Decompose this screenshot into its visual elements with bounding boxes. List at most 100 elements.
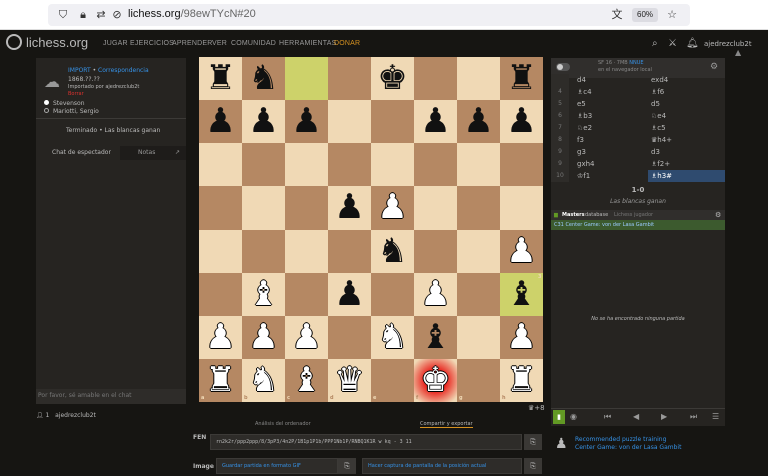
square-c3[interactable] <box>285 272 328 316</box>
move-black[interactable]: d5 <box>651 98 660 110</box>
black-pawn-h7[interactable]: ♟ <box>500 100 543 143</box>
puzzle-theme-link[interactable]: Center Game: von der Lasa Gambit <box>575 444 681 451</box>
square-d7[interactable] <box>328 100 371 144</box>
square-d6[interactable] <box>328 143 371 187</box>
square-b4[interactable] <box>242 229 285 273</box>
square-e3[interactable] <box>371 272 414 316</box>
square-f8[interactable] <box>414 57 457 101</box>
square-f5[interactable] <box>414 186 457 230</box>
square-e7[interactable] <box>371 100 414 144</box>
white-pawn-a2[interactable]: ♟ <box>199 316 242 359</box>
search-icon[interactable]: ⌕ <box>652 38 658 49</box>
square-c8[interactable] <box>285 57 328 101</box>
black-pawn-d5[interactable]: ♟ <box>328 186 371 229</box>
square-d8[interactable] <box>328 57 371 101</box>
last-move-icon[interactable]: ⏭ <box>690 412 697 422</box>
first-move-icon[interactable]: ⏮ <box>604 412 611 422</box>
nav-donar[interactable]: DONAR <box>334 40 360 47</box>
square-b5[interactable] <box>242 186 285 230</box>
engine-settings-gear-icon[interactable]: ⚙ <box>710 62 718 72</box>
fen-input[interactable]: rn2k2r/ppp2ppp/8/3pP3/4n2P/1B1p1P1b/PPP1… <box>210 434 522 450</box>
explorer-database[interactable]: database <box>585 212 608 218</box>
gif-copy-icon[interactable]: ⎘ <box>338 458 356 474</box>
permissions-icon[interactable]: ⇄ <box>94 8 108 22</box>
square-a6[interactable] <box>199 143 242 187</box>
square-h5[interactable] <box>500 186 543 230</box>
tab-notes[interactable]: Notas <box>138 149 155 156</box>
square-f6[interactable] <box>414 143 457 187</box>
square-a5[interactable] <box>199 186 242 230</box>
square-a4[interactable] <box>199 229 242 273</box>
translate-icon[interactable]: 文 <box>610 8 624 22</box>
tab-computer-analysis[interactable]: Análisis del ordenador <box>255 421 311 427</box>
black-pawn-b7[interactable]: ♟ <box>242 100 285 143</box>
black-knight-b8[interactable]: ♞ <box>242 57 285 100</box>
black-pawn-f7[interactable]: ♟ <box>414 100 457 143</box>
opening-name[interactable]: C31 Center Game: von der Lasa Gambit <box>554 222 654 228</box>
prev-move-icon[interactable]: ◀ <box>633 412 639 421</box>
move-white[interactable]: ♘e2 <box>577 122 592 134</box>
square-g2[interactable] <box>457 315 500 359</box>
move-black[interactable]: ♗f2+ <box>651 158 670 170</box>
black-pawn-d3[interactable]: ♟ <box>328 273 371 316</box>
move-black[interactable]: ♘e4 <box>651 110 666 122</box>
move-white[interactable]: ♔f1 <box>577 170 590 182</box>
explorer-lichess[interactable]: Lichess <box>614 212 632 218</box>
white-bishop-b3[interactable]: ♝ <box>242 273 285 316</box>
move-black[interactable]: d3 <box>651 146 660 158</box>
move-white[interactable]: ♗c4 <box>577 86 592 98</box>
square-g3[interactable] <box>457 272 500 316</box>
square-c4[interactable] <box>285 229 328 273</box>
shield-icon[interactable]: ⛉ <box>56 8 70 22</box>
white-pawn-e5[interactable]: ♟ <box>371 186 414 229</box>
watcher-name[interactable]: ajedrezclub2t <box>55 412 96 419</box>
black-king-e8[interactable]: ♚ <box>371 57 414 100</box>
white-king-f1[interactable]: ♚ <box>414 359 457 402</box>
black-pawn-g7[interactable]: ♟ <box>457 100 500 143</box>
white-knight-e2[interactable]: ♞ <box>371 316 414 359</box>
square-d4[interactable] <box>328 229 371 273</box>
nav-ver[interactable]: VER <box>212 40 227 47</box>
move-white[interactable]: f3 <box>577 134 584 146</box>
move-white[interactable]: e5 <box>577 98 586 110</box>
square-d2[interactable] <box>328 315 371 359</box>
white-rook-h1[interactable]: ♜ <box>500 359 543 402</box>
square-g6[interactable] <box>457 143 500 187</box>
black-knight-e4[interactable]: ♞ <box>371 230 414 273</box>
black-bishop-h3[interactable]: ♝ <box>500 273 543 316</box>
game-type-label[interactable]: IMPORT <box>68 67 91 74</box>
tab-share-export[interactable]: Compartir y exportar <box>420 421 473 428</box>
move-white[interactable]: d4 <box>577 74 586 86</box>
black-rook-a8[interactable]: ♜ <box>199 57 242 100</box>
lock-icon[interactable]: 🔒︎ <box>76 8 90 22</box>
menu-hamburger-icon[interactable]: ☰ <box>712 412 719 421</box>
delete-link[interactable]: Borrar <box>68 91 84 97</box>
move-black[interactable]: ♗c5 <box>651 122 666 134</box>
site-logo[interactable]: lichess.org <box>6 34 88 50</box>
black-pawn-c7[interactable]: ♟ <box>285 100 328 143</box>
square-c6[interactable] <box>285 143 328 187</box>
square-e6[interactable] <box>371 143 414 187</box>
url-text[interactable]: lichess.org/98ewTYcN#20 <box>128 8 256 20</box>
square-g8[interactable] <box>457 57 500 101</box>
move-white[interactable]: ♗b3 <box>577 110 592 122</box>
explorer-settings-gear-icon[interactable]: ⚙ <box>715 211 721 219</box>
square-h6[interactable] <box>500 143 543 187</box>
notifications-bell-icon[interactable]: 🔔︎ <box>686 38 699 49</box>
engine-toggle[interactable] <box>556 63 570 71</box>
white-pawn-b2[interactable]: ♟ <box>242 316 285 359</box>
chess-board[interactable]: ♜ ♞ ♚ ♜ ♟ ♟ ♟ ♟ ♟ ♟ ♟ ♟ ♞ ♟ ♝ ♟ ♟ ♝ ♟ ♟ ♟ ♞ ♝ ♟ ♜ ♞ ♝ ♛ ♚ ♜ 8 7 6 5 4 3 2 1 a b… <box>199 57 543 402</box>
scroll-up-icon[interactable]: ▲ <box>735 48 741 57</box>
black-pawn-a7[interactable]: ♟ <box>199 100 242 143</box>
white-rook-a1[interactable]: ♜ <box>199 359 242 402</box>
challenge-icon[interactable]: ⚔ <box>668 38 677 49</box>
white-pawn-c2[interactable]: ♟ <box>285 316 328 359</box>
move-black[interactable]: ♗h3# <box>648 170 725 182</box>
square-f4[interactable] <box>414 229 457 273</box>
screenshot-button[interactable]: Hacer captura de pantalla de la posición… <box>362 458 522 474</box>
black-rook-h8[interactable]: ♜ <box>500 57 543 100</box>
nav-comunidad[interactable]: COMUNIDAD <box>231 40 276 47</box>
nav-ejercicios[interactable]: EJERCICIOS <box>130 40 174 47</box>
screenshot-copy-icon[interactable]: ⎘ <box>524 458 542 474</box>
nav-aprender[interactable]: APRENDER <box>172 40 213 47</box>
